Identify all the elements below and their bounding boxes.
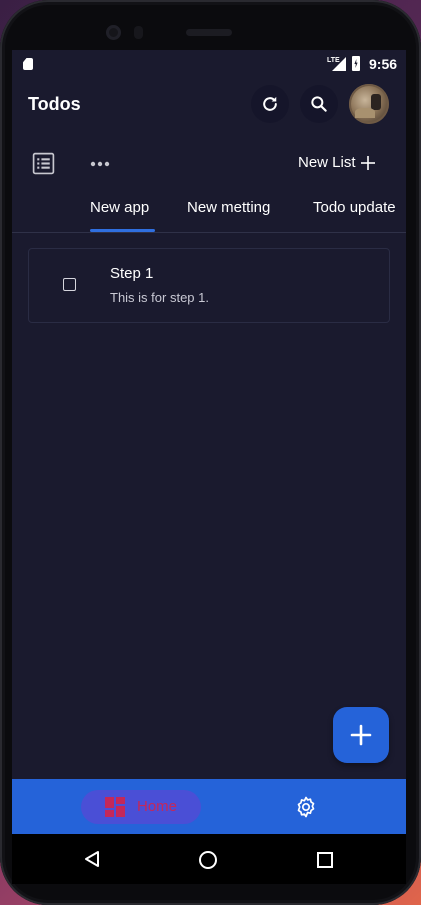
nav-home[interactable]: Home (81, 790, 201, 824)
bottom-navigation: Home (12, 779, 406, 834)
sd-card-icon (23, 58, 33, 70)
new-list-button[interactable]: New List (298, 154, 376, 171)
phone-frame: LTE 9:56 Todos New List New app New mett… (0, 0, 421, 905)
plus-icon (360, 155, 375, 170)
home-icon[interactable] (198, 850, 218, 870)
tab-todo-update[interactable]: Todo update (313, 199, 396, 216)
add-todo-button[interactable] (333, 707, 389, 763)
dashboard-icon (105, 797, 125, 817)
settings-icon (297, 796, 315, 818)
todo-checkbox[interactable] (63, 278, 76, 291)
refresh-button[interactable] (251, 85, 289, 123)
back-icon[interactable] (83, 850, 101, 868)
nav-settings[interactable] (294, 795, 318, 824)
list-tabs: New app New metting Todo update (12, 190, 406, 233)
tab-indicator (90, 229, 155, 232)
avatar[interactable] (349, 84, 389, 124)
new-list-label: New List (298, 154, 356, 171)
tab-new-metting[interactable]: New metting (187, 199, 270, 216)
app-screen: LTE 9:56 Todos New List New app New mett… (12, 50, 406, 884)
search-icon (311, 96, 327, 112)
list-view-icon (32, 152, 55, 175)
nav-home-label: Home (137, 798, 178, 815)
earpiece-speaker (186, 29, 232, 36)
todo-item[interactable]: Step 1 This is for step 1. (28, 248, 390, 323)
refresh-icon (263, 96, 277, 111)
todo-description: This is for step 1. (110, 290, 209, 305)
page-title: Todos (28, 94, 81, 114)
status-time: 9:56 (369, 56, 398, 72)
front-camera (106, 25, 121, 40)
system-navigation-bar (12, 834, 406, 884)
tab-new-app[interactable]: New app (90, 199, 149, 216)
proximity-sensor (134, 26, 143, 39)
list-view-button[interactable] (31, 151, 56, 181)
plus-icon (350, 724, 372, 746)
battery-charging-icon (352, 56, 360, 71)
status-bar: LTE 9:56 (12, 50, 406, 76)
search-button[interactable] (300, 85, 338, 123)
recent-apps-icon[interactable] (317, 852, 333, 868)
more-options-button[interactable] (89, 154, 111, 179)
todo-title: Step 1 (110, 265, 154, 282)
more-horizontal-icon (90, 161, 110, 167)
network-type: LTE (327, 57, 340, 64)
